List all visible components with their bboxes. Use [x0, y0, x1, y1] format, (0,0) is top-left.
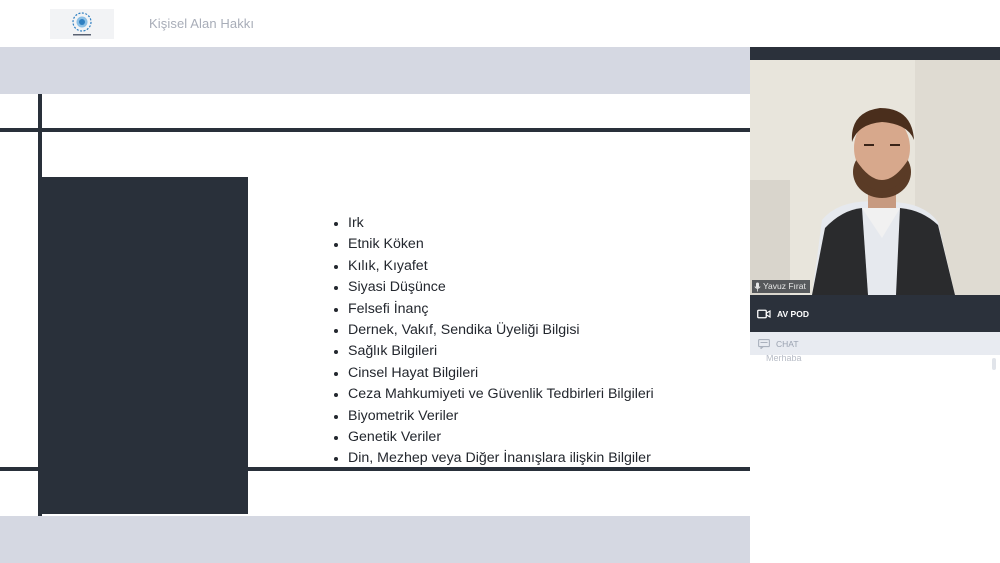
- chat-icon: [758, 338, 770, 349]
- slide-top-rule: [0, 128, 750, 132]
- chat-scrollbar[interactable]: [992, 358, 996, 370]
- presentation-title: Kişisel Alan Hakkı: [149, 16, 255, 31]
- list-item: Sağlık Bilgileri: [332, 341, 654, 362]
- presenter-video-frame: [750, 60, 1000, 295]
- list-item: Etnik Köken: [332, 234, 654, 255]
- slide-dark-panel: [38, 177, 248, 514]
- video-camera-icon: [757, 309, 771, 319]
- chat-messages: Merhaba: [750, 355, 1000, 563]
- side-panel: Yavuz Fırat AV POD CHAT Merhaba: [750, 47, 1000, 563]
- list-item: Kılık, Kıyafet: [332, 256, 654, 277]
- organization-logo: [50, 9, 114, 39]
- bullet-list: Irk Etnik Köken Kılık, Kıyafet Siyasi Dü…: [332, 213, 654, 470]
- chat-pod-label: CHAT: [776, 338, 799, 349]
- chat-pod-header[interactable]: CHAT: [750, 332, 1000, 355]
- participant-name: Yavuz Fırat: [763, 281, 806, 291]
- presentation-stage: Irk Etnik Köken Kılık, Kıyafet Siyasi Dü…: [0, 47, 750, 563]
- list-item: Siyasi Düşünce: [332, 277, 654, 298]
- chat-message: Merhaba: [766, 355, 802, 363]
- webcam-video[interactable]: Yavuz Fırat: [750, 60, 1000, 295]
- top-bar: Kişisel Alan Hakkı: [0, 0, 1000, 47]
- list-item: Irk: [332, 213, 654, 234]
- slide: Irk Etnik Köken Kılık, Kıyafet Siyasi Dü…: [0, 94, 750, 516]
- list-item: Dernek, Vakıf, Sendika Üyeliği Bilgisi: [332, 320, 654, 341]
- list-item: Ceza Mahkumiyeti ve Güvenlik Tedbirleri …: [332, 384, 654, 405]
- av-pod-header[interactable]: AV POD: [750, 295, 1000, 332]
- list-item: Cinsel Hayat Bilgileri: [332, 363, 654, 384]
- panel-top-strip: [750, 47, 1000, 60]
- list-item: Genetik Veriler: [332, 427, 654, 448]
- participant-name-badge: Yavuz Fırat: [752, 280, 810, 293]
- list-item: Felsefi İnanç: [332, 299, 654, 320]
- list-item: Biyometrik Veriler: [332, 406, 654, 427]
- microphone-icon: [754, 282, 761, 291]
- av-pod-label: AV POD: [777, 308, 809, 319]
- list-item: Din, Mezhep veya Diğer İnanışlara ilişki…: [332, 448, 654, 469]
